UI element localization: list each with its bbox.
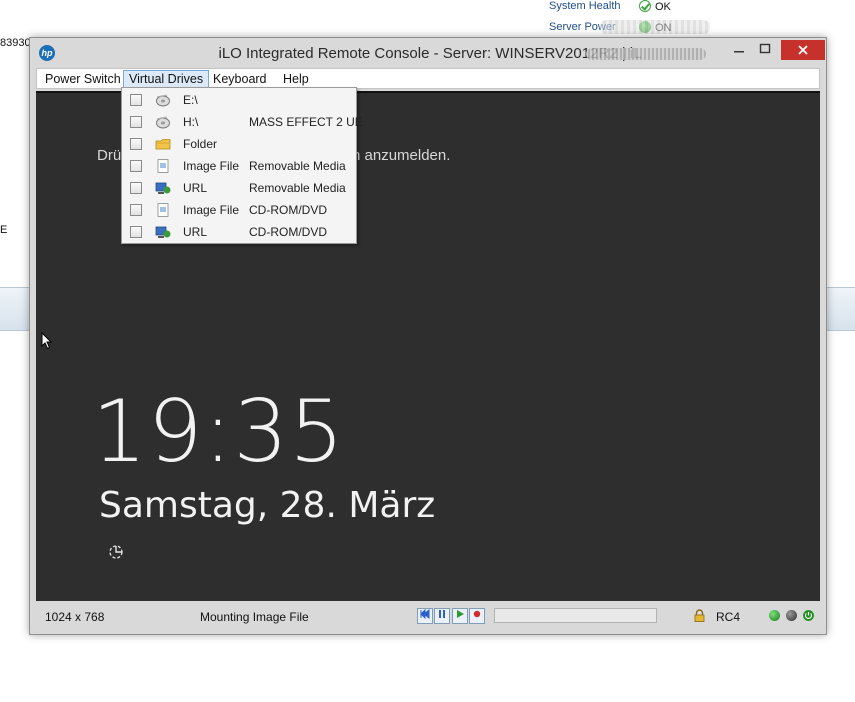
login-hint-end: n anzumelden. [352,147,451,164]
image-file-icon [155,203,171,217]
ok-check-icon [639,0,651,12]
virtual-drive-checkbox[interactable] [130,116,142,128]
virtual-drive-label: H:\ [183,115,199,129]
system-health-label[interactable]: System Health [549,0,621,12]
record-icon [473,610,481,618]
redacted-area [600,20,710,34]
record-button[interactable] [469,608,485,624]
power-status-icon [803,610,814,621]
system-health-value: OK [655,1,671,13]
pause-button[interactable] [434,608,450,624]
virtual-drive-item[interactable]: Image File Removable Media [122,155,356,177]
virtual-drive-detail: MASS EFFECT 2 UE [249,115,363,129]
encryption-label: RC4 [716,610,741,624]
folder-icon [155,137,171,151]
resolution-text: 1024 x 768 [45,610,105,624]
lock-screen-date: Samstag, 28. März [99,485,436,526]
status-bar: 1024 x 768 Mounting Image File RC4 [36,601,820,631]
virtual-drive-label: URL [183,225,208,239]
virtual-drive-checkbox[interactable] [130,94,142,106]
minimize-icon [734,51,744,53]
menu-bar: Power Switch Virtual Drives Keyboard Hel… [36,68,820,89]
virtual-drive-checkbox[interactable] [130,138,142,150]
title-bar[interactable]: hp iLO Integrated Remote Console - Serve… [30,38,826,68]
close-icon [798,45,808,55]
virtual-drive-label: Folder [183,137,218,151]
pause-icon [439,610,445,618]
drive-icon [155,93,171,107]
virtual-drive-detail: CD-ROM/DVD [249,225,327,239]
virtual-drive-label: Image File [183,203,240,217]
status-led-green [769,610,780,621]
background-fragment-e: E [0,224,8,236]
virtual-drive-detail: CD-ROM/DVD [249,203,327,217]
lock-screen-time: 19:35 [92,382,345,482]
lock-icon [694,609,705,622]
hp-logo-icon: hp [39,45,55,61]
progress-bar [494,608,657,623]
virtual-drive-label: Image File [183,159,240,173]
skip-back-icon [420,608,430,620]
skip-back-button[interactable] [417,608,433,624]
image-file-icon [155,159,171,173]
login-hint-start: Drü [97,147,122,164]
virtual-drive-checkbox[interactable] [130,226,142,238]
maximize-icon [759,43,771,54]
close-button[interactable] [781,40,825,60]
maximize-button[interactable] [752,40,778,60]
virtual-drive-item[interactable]: Image File CD-ROM/DVD [122,199,356,221]
drive-icon [155,115,171,129]
virtual-drive-detail: Removable Media [249,181,346,195]
virtual-drive-item[interactable]: URL Removable Media [122,177,356,199]
virtual-drive-checkbox[interactable] [130,160,142,172]
virtual-drive-item[interactable]: URL CD-ROM/DVD [122,221,356,243]
virtual-drive-label: E:\ [183,93,198,107]
ease-of-access-icon[interactable] [108,543,126,561]
url-icon [155,225,171,239]
background-fragment-text: 83930 [0,37,31,49]
menu-power-switch[interactable]: Power Switch [40,71,126,88]
virtual-drive-checkbox[interactable] [130,204,142,216]
virtual-drive-label: URL [183,181,208,195]
virtual-drive-item[interactable]: H:\ MASS EFFECT 2 UE [122,111,363,133]
redacted-title-area [586,48,706,60]
virtual-drives-dropdown: E:\ H:\ MASS EFFECT 2 UE Folder Image File Re… [121,87,363,244]
virtual-drive-checkbox[interactable] [130,182,142,194]
play-icon [457,610,464,618]
play-button[interactable] [452,608,468,624]
virtual-drive-detail: Removable Media [249,159,346,173]
virtual-drive-item[interactable]: Folder [122,133,356,155]
url-icon [155,181,171,195]
status-message: Mounting Image File [200,610,309,624]
mouse-cursor-icon [41,332,53,350]
menu-help[interactable]: Help [278,71,314,88]
status-led-dark [786,610,797,621]
menu-keyboard[interactable]: Keyboard [208,71,272,88]
minimize-button[interactable] [726,40,752,60]
virtual-drive-item[interactable]: E:\ [122,89,356,111]
